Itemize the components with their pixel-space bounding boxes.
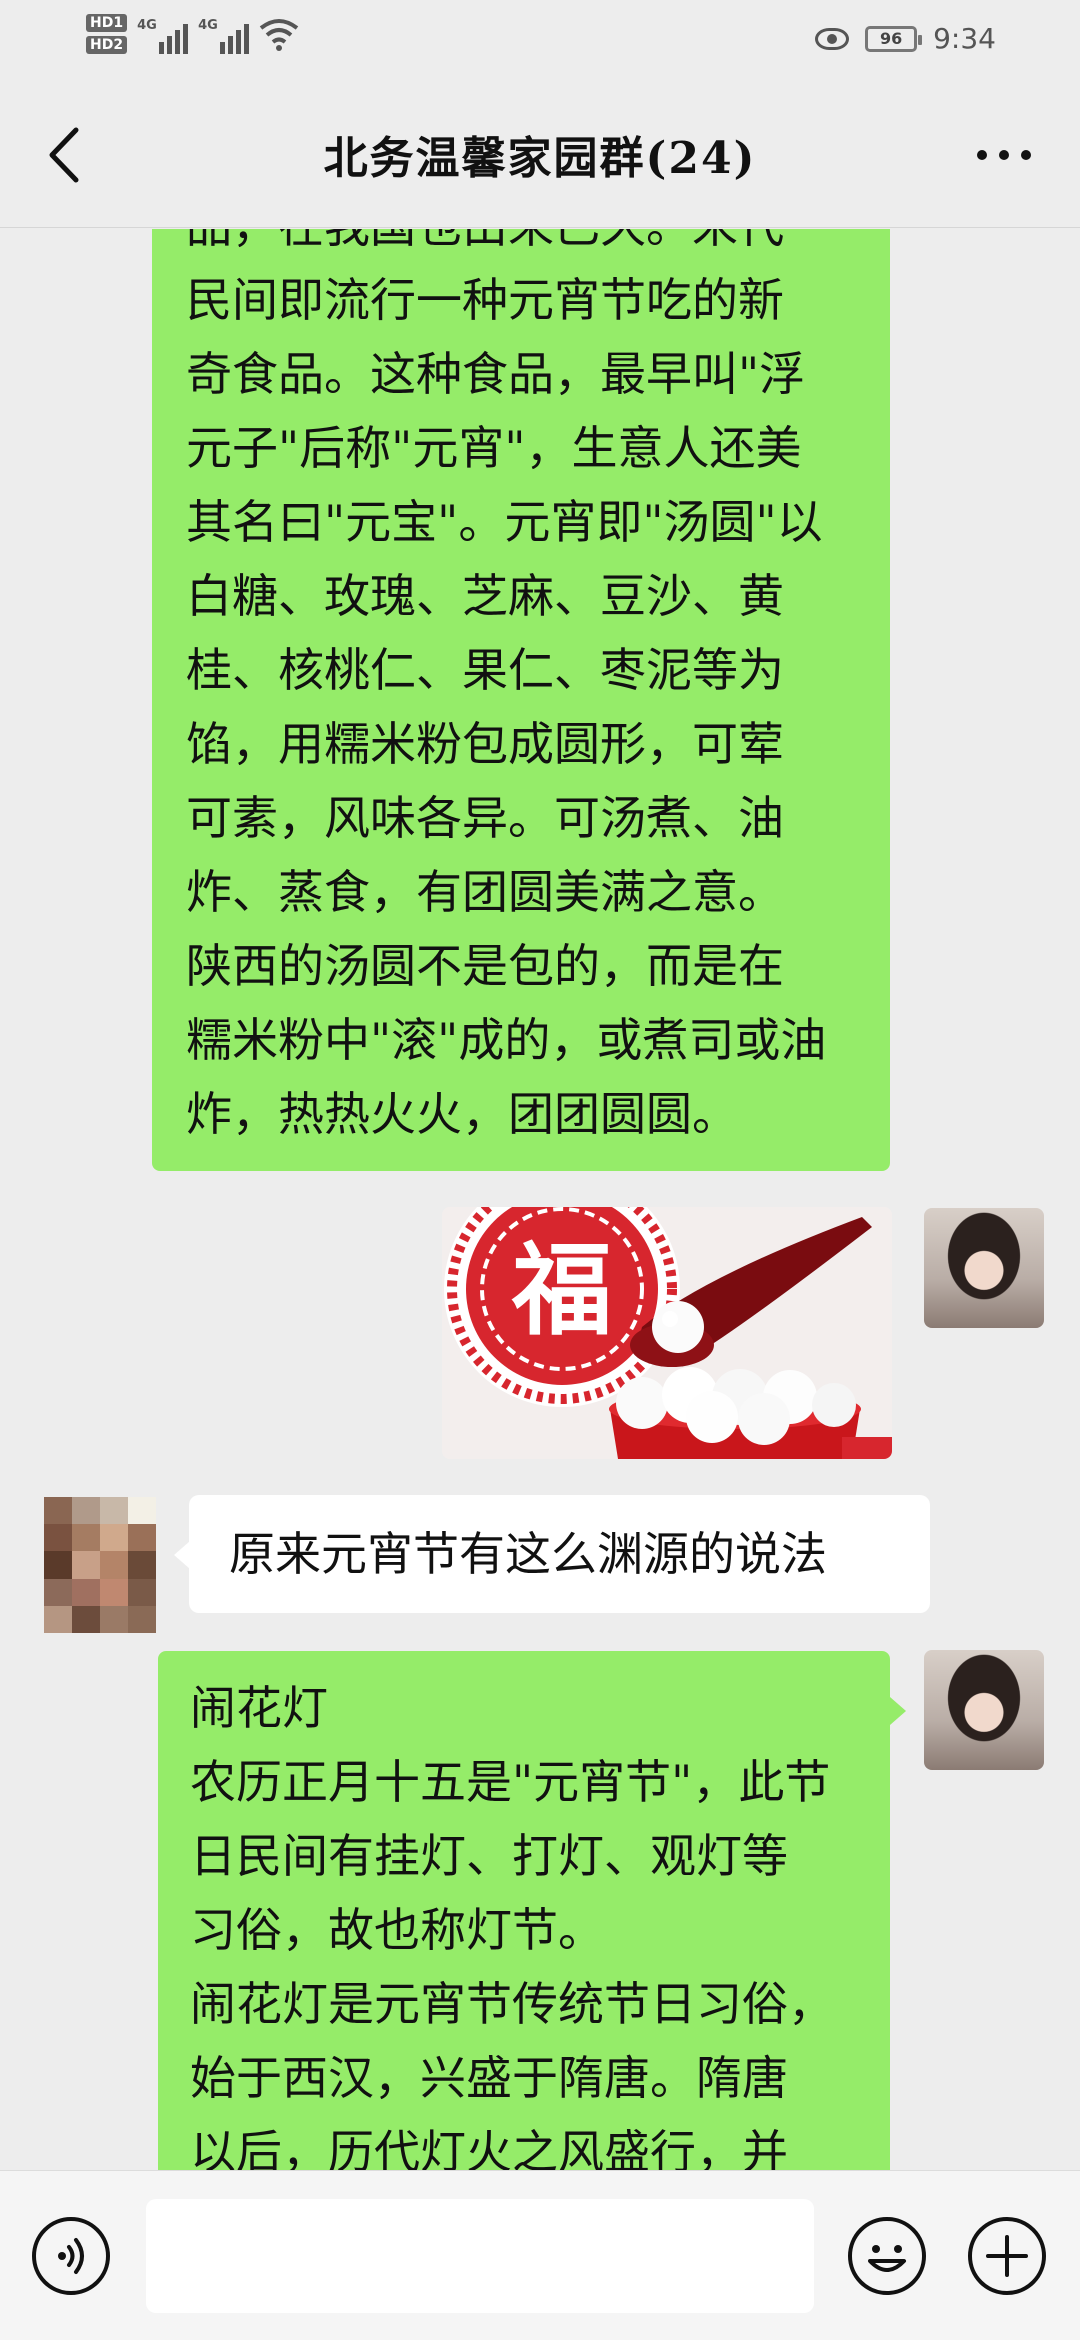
status-right: 96 9:34	[815, 22, 996, 55]
message-line: 闹花灯是元宵节传统节日习俗，	[190, 1977, 834, 2031]
message-bubble-self[interactable]: 品，在我国也由来已久。宋代 民间即流行一种元宵节吃的新 奇食品。这种食品，最早叫…	[152, 229, 890, 1171]
message-line: 炸、蒸食，有团圆美满之意。	[186, 865, 784, 919]
wifi-icon	[259, 19, 299, 51]
voice-glyph	[58, 2238, 84, 2274]
message-line: 日民间有挂灯、打灯、观灯等	[190, 1829, 788, 1883]
message-line: 以后，历代灯火之风盛行，并	[190, 2125, 788, 2170]
message-line: 民间即流行一种元宵节吃的新	[186, 273, 784, 327]
tangyuan-photo: 福	[442, 1207, 892, 1459]
battery-icon: 96	[865, 25, 923, 52]
message-bubble-other[interactable]: 原来元宵节有这么渊源的说法	[189, 1495, 930, 1613]
hd-label-2: HD2	[86, 36, 128, 54]
status-bar: HD1 HD2 4G 4G 96 9:34	[0, 0, 1080, 80]
message-line: 可素，风味各异。可汤煮、油	[186, 791, 784, 845]
bubble-tail	[890, 1697, 906, 1725]
message-line: 糯米粉中"滚"成的，或煮司或油	[186, 1013, 827, 1067]
hd-label-1: HD1	[86, 14, 128, 32]
plus-glyph	[986, 2235, 1028, 2277]
chat-title: 北务温馨家园群(24)	[323, 133, 757, 184]
message-line: 陕西的汤圆不是包的，而是在	[186, 939, 784, 993]
chat-header: 北务温馨家园群(24)	[0, 80, 1080, 228]
hd-icon: HD1 HD2	[86, 14, 128, 54]
avatar-self[interactable]	[924, 1650, 1044, 1770]
signal-icon-2: 4G	[198, 14, 250, 54]
message-line: 始于西汉，兴盛于隋唐。隋唐	[190, 2051, 788, 2105]
eye-comfort-icon	[815, 27, 850, 50]
status-left: HD1 HD2 4G 4G	[86, 14, 299, 54]
message-line: 奇食品。这种食品，最早叫"浮	[186, 347, 806, 401]
avatar-other[interactable]	[44, 1497, 156, 1633]
avatar-self[interactable]	[924, 1208, 1044, 1328]
signal-icon: 4G	[137, 14, 189, 54]
voice-icon[interactable]	[32, 2217, 110, 2295]
message-text: 原来元宵节有这么渊源的说法	[229, 1527, 827, 1581]
message-input[interactable]	[146, 2199, 814, 2313]
bubble-tail	[174, 1541, 190, 1569]
message-line: 桂、核桃仁、果仁、枣泥等为	[186, 643, 784, 697]
more-dots-icon[interactable]	[964, 130, 1044, 180]
message-line: 其名曰"元宝"。元宵即"汤圆"以	[186, 495, 823, 549]
message-line: 品，在我国也由来已久。宋代	[186, 229, 854, 263]
emoji-icon[interactable]	[848, 2217, 926, 2295]
clock: 9:34	[933, 22, 996, 55]
message-line: 闹花灯	[190, 1681, 328, 1735]
message-bubble-self[interactable]: 闹花灯 农历正月十五是"元宵节"，此节 日民间有挂灯、打灯、观灯等 习俗，故也称…	[158, 1651, 890, 2170]
message-line: 习俗，故也称灯节。	[190, 1903, 604, 1957]
message-line: 馅，用糯米粉包成圆形，可荤	[186, 717, 784, 771]
message-line: 农历正月十五是"元宵节"，此节	[190, 1755, 831, 1809]
message-list[interactable]: 品，在我国也由来已久。宋代 民间即流行一种元宵节吃的新 奇食品。这种食品，最早叫…	[0, 229, 1080, 2170]
network-label-1: 4G	[137, 18, 157, 33]
input-bar	[0, 2170, 1080, 2340]
emoji-glyph	[868, 2245, 906, 2272]
network-label-2: 4G	[198, 18, 218, 33]
plus-icon[interactable]	[968, 2217, 1046, 2295]
message-line: 白糖、玫瑰、芝麻、豆沙、黄	[186, 569, 784, 623]
message-line: 元子"后称"元宵"，生意人还美	[186, 421, 802, 475]
seal-character: 福	[511, 1231, 612, 1349]
message-image[interactable]: 福	[442, 1207, 892, 1459]
message-line: 炸，热热火火，团团圆圆。	[186, 1087, 738, 1141]
